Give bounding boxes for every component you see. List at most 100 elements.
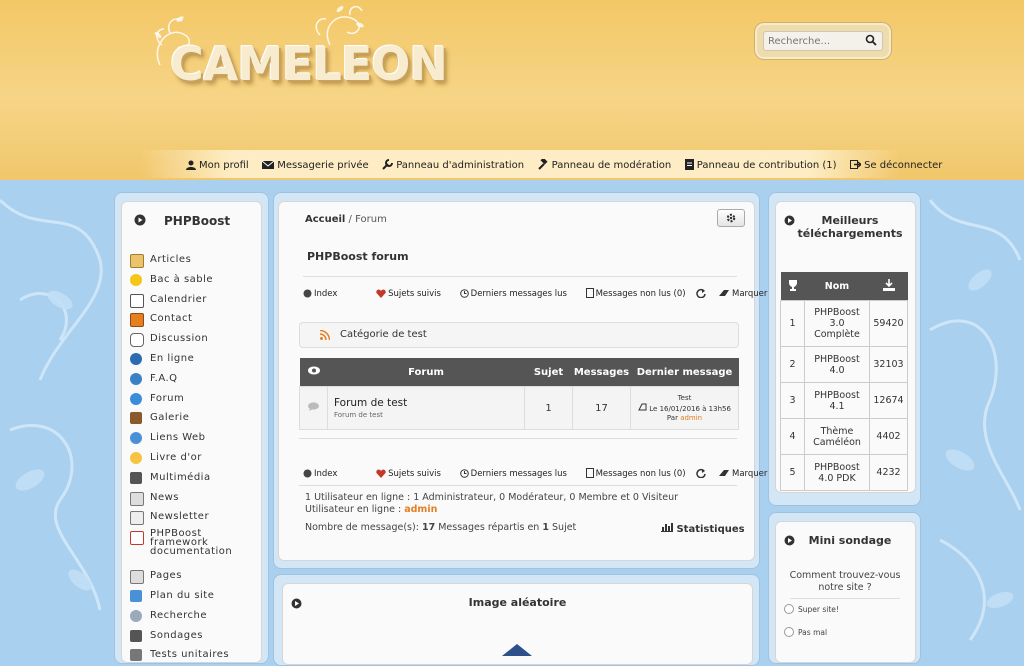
menu-item-recherche[interactable]: Recherche [130,606,261,626]
articles-icon [130,254,144,268]
category-header[interactable]: Catégorie de test [299,322,739,348]
menu-item-sondages[interactable]: Sondages [130,626,261,646]
menu-item-discussion[interactable]: Discussion [130,329,261,349]
statistics-link[interactable]: Statistiques [661,522,745,535]
menu-item-label: Sondages [150,629,203,641]
refresh-icon[interactable] [696,468,707,479]
menu-item-forum[interactable]: Forum [130,389,261,409]
download-name[interactable]: Thème Caméléon [804,418,870,455]
link-unread[interactable]: Messages non lus (0) [585,468,709,479]
table-row: 3 PHPBoost 4.1 12674 [780,382,908,419]
main-forum-panel: Accueil / Forum PHPBoost forum Index Suj… [273,192,812,569]
menu-label: Mon profil [199,160,249,171]
newsletter-icon [130,511,144,526]
cameleon-logo[interactable]: CAMELEON [150,5,448,100]
download-name[interactable]: PHPBoost 4.1 [804,382,870,419]
menu-item-newsletter[interactable]: Newsletter [130,507,261,527]
guestbook-icon [130,451,142,464]
menu-item-label: PHPBoost framework documentation [150,528,233,558]
menu-messagerie[interactable]: Messagerie privée [261,160,369,171]
radio-button[interactable] [784,604,794,614]
last-message-title[interactable]: Test [632,394,737,403]
search-button[interactable] [859,31,883,51]
menu-item-calendrier[interactable]: Calendrier [130,290,261,310]
globe-icon [130,432,142,445]
last-message-author[interactable]: admin [680,414,702,422]
random-image-thumbnail[interactable] [502,644,532,656]
poll-question: Comment trouvez-vous notre site ? [789,570,901,593]
menu-moderation[interactable]: Panneau de modération [537,157,671,171]
link-followed[interactable]: Sujets suivis [376,469,449,479]
unit-tests-icon [130,649,142,662]
refresh-icon[interactable] [696,288,707,299]
menu-item-news[interactable]: News [130,488,261,508]
forum-topics-count: 1 [524,386,573,430]
link-unread[interactable]: Messages non lus (0) [585,288,709,299]
menu-item-articles[interactable]: Articles [130,250,261,270]
download-name[interactable]: PHPBoost 4.0 [804,346,870,383]
download-icon [882,278,895,291]
header-topics: Sujet [524,358,573,387]
poll-option[interactable]: Super site! [784,604,839,614]
eraser-icon [718,470,729,476]
link-index[interactable]: Index [303,289,345,299]
menu-item-galerie[interactable]: Galerie [130,408,261,428]
faq-icon [130,372,142,385]
menu-label: Messagerie privée [277,160,369,171]
menu-item-phpboost-doc[interactable]: PHPBoost framework documentation [130,527,261,566]
radio-button[interactable] [784,627,794,637]
link-followed[interactable]: Sujets suivis [376,289,449,299]
breadcrumb-current[interactable]: Forum [355,214,387,225]
menu-contribution[interactable]: Panneau de contribution (1) [684,159,837,171]
menu-item-liens-web[interactable]: Liens Web [130,428,261,448]
menu-item-contact[interactable]: Contact [130,309,261,329]
site-header: CAMELEON Mon profil Messagerie privée Pa… [0,0,1024,180]
forum-name-link[interactable]: Forum de test [334,397,523,409]
documentation-icon [130,531,144,546]
play-circle-icon [134,214,146,226]
link-label: Messages non lus (0) [595,469,686,479]
sitemap-icon [130,589,142,602]
poll-option[interactable]: Pas mal [784,627,827,637]
menu-item-plan-du-site[interactable]: Plan du site [130,586,261,606]
downloads-table: Nom 1 PHPBoost 3.0 Complète 59420 2 PHPBoos… [780,272,908,491]
download-count: 4402 [869,418,908,455]
menu-item-pages[interactable]: Pages [130,566,261,586]
header-icon-cell [299,358,328,387]
forum-icon [130,392,142,405]
menu-item-label: News [150,491,180,503]
search-input[interactable] [763,31,861,51]
breadcrumb-home[interactable]: Accueil [305,214,345,225]
link-label: Index [314,289,338,299]
menu-item-label: Calendrier [150,293,207,305]
menu-item-en-ligne[interactable]: En ligne [130,349,261,369]
menu-item-livre-or[interactable]: Livre d'or [130,448,261,468]
poll-box: Mini sondage Comment trouvez-vous notre … [775,521,916,663]
header-messages: Messages [572,358,631,387]
menu-item-tests-unitaires[interactable]: Tests unitaires [130,645,261,665]
breadcrumb: Accueil / Forum [305,214,387,225]
table-row: 5 PHPBoost 4.0 PDK 4232 [780,454,908,491]
menu-admin[interactable]: Panneau d'administration [382,159,524,171]
clock-icon [459,289,469,298]
download-count: 4232 [869,454,908,491]
menu-item-multimedia[interactable]: Multimédia [130,468,261,488]
gallery-icon [130,412,142,425]
download-name[interactable]: PHPBoost 4.0 PDK [804,454,870,491]
left-menu-box: PHPBoost Articles Bac à sable Calendrier… [121,201,262,663]
menu-item-bac-a-sable[interactable]: Bac à sable [130,270,261,290]
download-name[interactable]: PHPBoost 3.0 Complète [804,300,870,347]
link-last-read[interactable]: Derniers messages lus [459,469,575,479]
divider [790,598,900,599]
forum-settings-button[interactable] [717,209,745,227]
menu-label: Panneau d'administration [396,160,525,171]
envelope-icon [261,160,275,169]
menu-deconnexion[interactable]: Se déconnecter [850,159,942,171]
link-last-read[interactable]: Derniers messages lus [459,289,575,299]
downloads-title: Meilleurs téléchargements [797,214,903,240]
online-user-admin[interactable]: admin [404,504,437,515]
menu-item-label: Liens Web [150,432,206,444]
menu-mon-profil[interactable]: Mon profil [186,160,249,171]
link-index[interactable]: Index [303,469,345,479]
menu-item-faq[interactable]: F.A.Q [130,369,261,389]
